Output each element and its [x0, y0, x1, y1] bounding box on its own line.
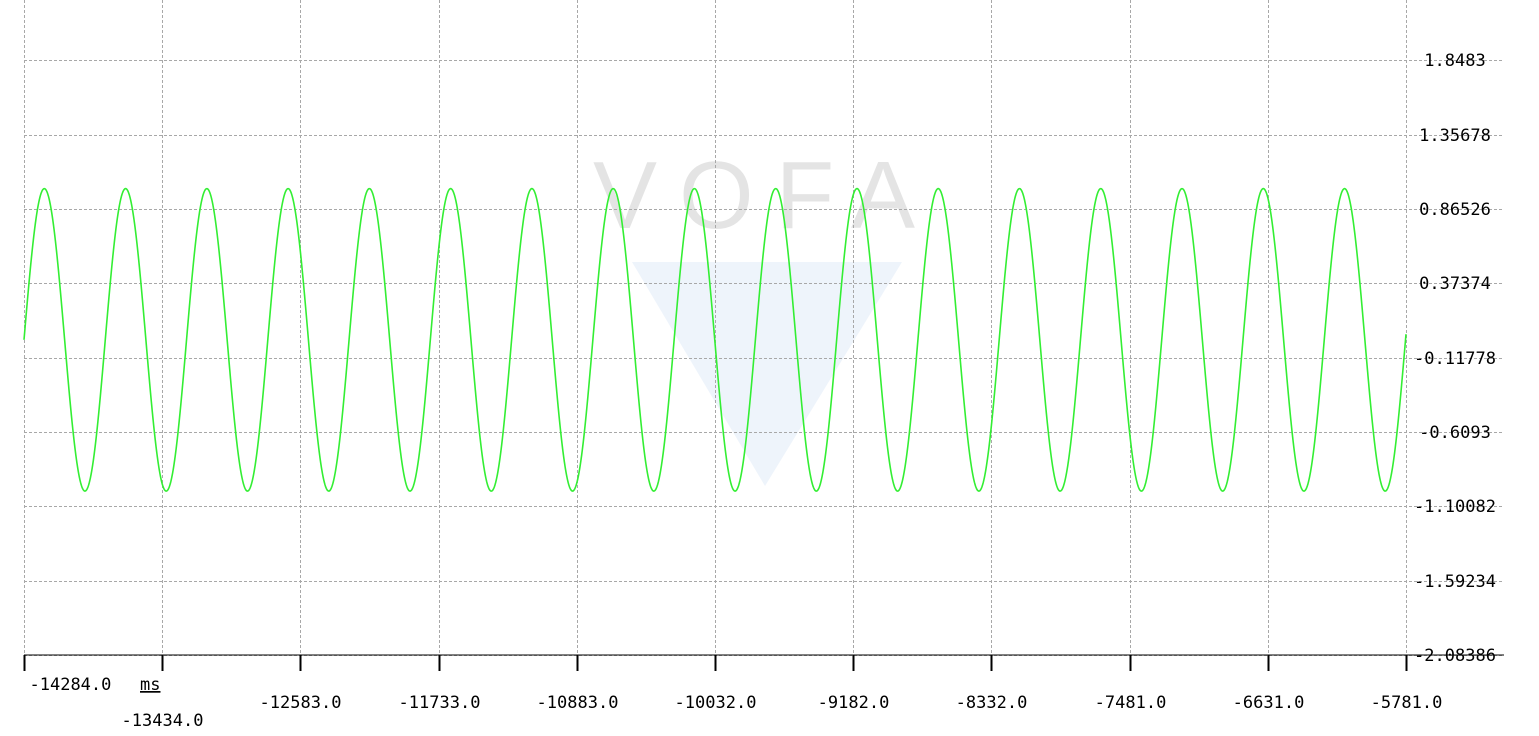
y-tick-label: 0.37374: [1419, 274, 1491, 294]
y-axis-ticks: 2.339821.84831.356780.865260.37374-0.117…: [1414, 51, 1496, 666]
x-axis-unit: ms: [140, 675, 160, 695]
x-tick-label: -11733.0: [399, 693, 481, 713]
waveform-plot[interactable]: VOFA -14284.0-13434.0-12583.0 -11733.0 -10…: [0, 0, 1539, 736]
y-tick-label: 0.86526: [1419, 200, 1491, 220]
y-tick-label: -1.10082: [1414, 497, 1496, 517]
y-tick-label: 1.35678: [1419, 126, 1491, 146]
x-tick-label: -6631.0: [1233, 693, 1305, 713]
x-tick-label: -14284.0: [30, 675, 112, 695]
x-tick-label: -9182.0: [818, 693, 890, 713]
watermark-logo-v: [632, 262, 902, 486]
y-tick-label: -1.59234: [1414, 572, 1496, 592]
y-tick-label: -2.08386: [1414, 646, 1496, 666]
x-tick-label: -7481.0: [1095, 693, 1167, 713]
x-tick-label: -10032.0: [675, 693, 757, 713]
y-tick-label: -0.11778: [1414, 349, 1496, 369]
x-tick-label: -5781.0: [1371, 693, 1443, 713]
y-tick-label: -0.6093: [1419, 423, 1491, 443]
x-tick-label: -13434.0: [122, 711, 204, 731]
x-tick-label: -10883.0: [537, 693, 619, 713]
y-tick-label: 1.8483: [1424, 51, 1485, 71]
x-tick-label: -8332.0: [956, 693, 1028, 713]
x-axis-ticks: -14284.0 -13434.0 -12583.0 -11733.0 -10883.0…: [23, 655, 1443, 731]
x-tick-label: -12583.0: [260, 693, 342, 713]
